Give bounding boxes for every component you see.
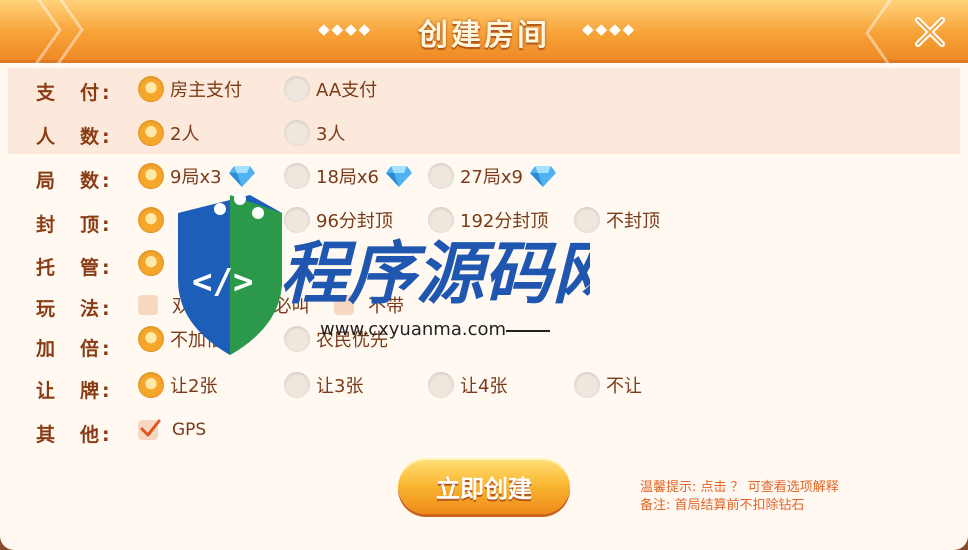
radio-icon [428,372,454,398]
option-label: 让3张 [316,376,364,397]
checkbox-checked-icon [138,419,161,440]
concede-option-none[interactable]: 不让 [574,372,642,398]
option-label: 让4张 [460,376,508,397]
dialog-title: 创建房间 [418,18,550,53]
option-label: 2人 [170,124,200,145]
option-label: 双王或4个二必叫 [172,296,310,317]
dialog-header: ◆◆◆◆ 创建房间 ◆◆◆◆ [0,0,968,69]
checkmark-icon [140,419,161,437]
other-label: 其 他: [36,424,113,446]
radio-selected-icon [138,120,164,146]
pay-option-host[interactable]: 房主支付 [138,76,242,102]
cap-option-1[interactable] [138,207,170,233]
pay-label: 支 付: [36,82,113,104]
players-label: 人 数: [36,126,113,148]
hint-note: 备注: 首局结算前不扣除钻石 [640,498,805,513]
close-button[interactable] [910,12,950,52]
cap-option-192[interactable]: 192分封顶 [428,207,548,233]
rounds-option-9[interactable]: 9局x3 [138,163,256,189]
option-label: 不封顶 [606,211,660,232]
cap-option-none[interactable]: 不封顶 [574,207,660,233]
radio-icon [428,163,454,189]
concede-label: 让 牌: [36,380,113,402]
option-label: 不让 [606,376,642,397]
radio-selected-icon [138,163,164,189]
play-option-double-king[interactable]: 双王或4个二必叫 [138,292,309,318]
diamond-icon [530,166,557,187]
radio-icon [284,76,310,102]
cap-option-96[interactable]: 96分封顶 [284,207,393,233]
radio-selected-icon [138,76,164,102]
option-label: 18局x6 [316,167,380,188]
checkbox-icon [138,295,158,315]
option-label: 不加倍 [170,330,224,351]
option-label: 不带 [368,296,404,317]
create-room-dialog: ◆◆◆◆ 创建房间 ◆◆◆◆ 支 付: 房主支付 AA支付 人 数: 2人 3人 [0,0,968,550]
rounds-option-27[interactable]: 27局x9 [428,163,557,189]
hint-tip: 温馨提示: 点击 ？ 可查看选项解释 [640,480,839,495]
option-label: 9局x3 [170,167,222,188]
option-label: GPS [172,420,207,440]
option-label: 3人 [316,124,346,145]
hosting-label: 托 管: [36,257,113,279]
radio-icon [284,207,310,233]
create-room-button[interactable]: 立即创建 [398,458,570,514]
other-option-gps[interactable]: GPS [138,419,207,440]
double-option-farmer-first[interactable]: 农民优先 [284,326,388,352]
radio-icon [284,326,310,352]
option-label: 192分封顶 [460,211,549,232]
radio-icon [284,120,310,146]
option-label: 27局x9 [460,167,524,188]
radio-selected-icon [138,372,164,398]
diamond-icon [228,166,255,187]
double-label: 加 倍: [36,338,113,360]
close-icon [915,17,945,47]
option-label: 农民优先 [316,330,388,351]
radio-icon [574,207,600,233]
diamond-decoration-right: ◆◆◆◆ [582,20,637,38]
option-label: AA支付 [316,80,378,101]
option-label: 让2张 [170,376,218,397]
concede-option-4[interactable]: 让4张 [428,372,507,398]
radio-selected-icon [138,207,164,233]
diamond-icon [386,166,413,187]
radio-selected-icon [138,326,164,352]
concede-option-3[interactable]: 让3张 [284,372,363,398]
checkbox-icon [334,295,354,315]
rounds-label: 局 数: [36,170,113,192]
pay-option-aa[interactable]: AA支付 [284,76,377,102]
play-label: 玩 法: [36,298,113,320]
double-option-none[interactable]: 不加倍 [138,326,224,352]
play-option-no-carry[interactable]: 不带 [334,292,404,318]
option-label: 房主支付 [170,80,242,101]
option-label: 96分封顶 [316,211,393,232]
rounds-option-18[interactable]: 18局x6 [284,163,413,189]
radio-icon [284,372,310,398]
radio-selected-icon [138,250,164,276]
watermark-title: 程序源码网 [280,235,590,314]
cap-label: 封 顶: [36,214,113,236]
radio-icon [428,207,454,233]
concede-option-2[interactable]: 让2张 [138,372,217,398]
radio-icon [284,163,310,189]
players-option-2[interactable]: 2人 [138,120,199,146]
radio-icon [574,372,600,398]
hosting-option-1[interactable] [138,250,164,276]
players-option-3[interactable]: 3人 [284,120,345,146]
